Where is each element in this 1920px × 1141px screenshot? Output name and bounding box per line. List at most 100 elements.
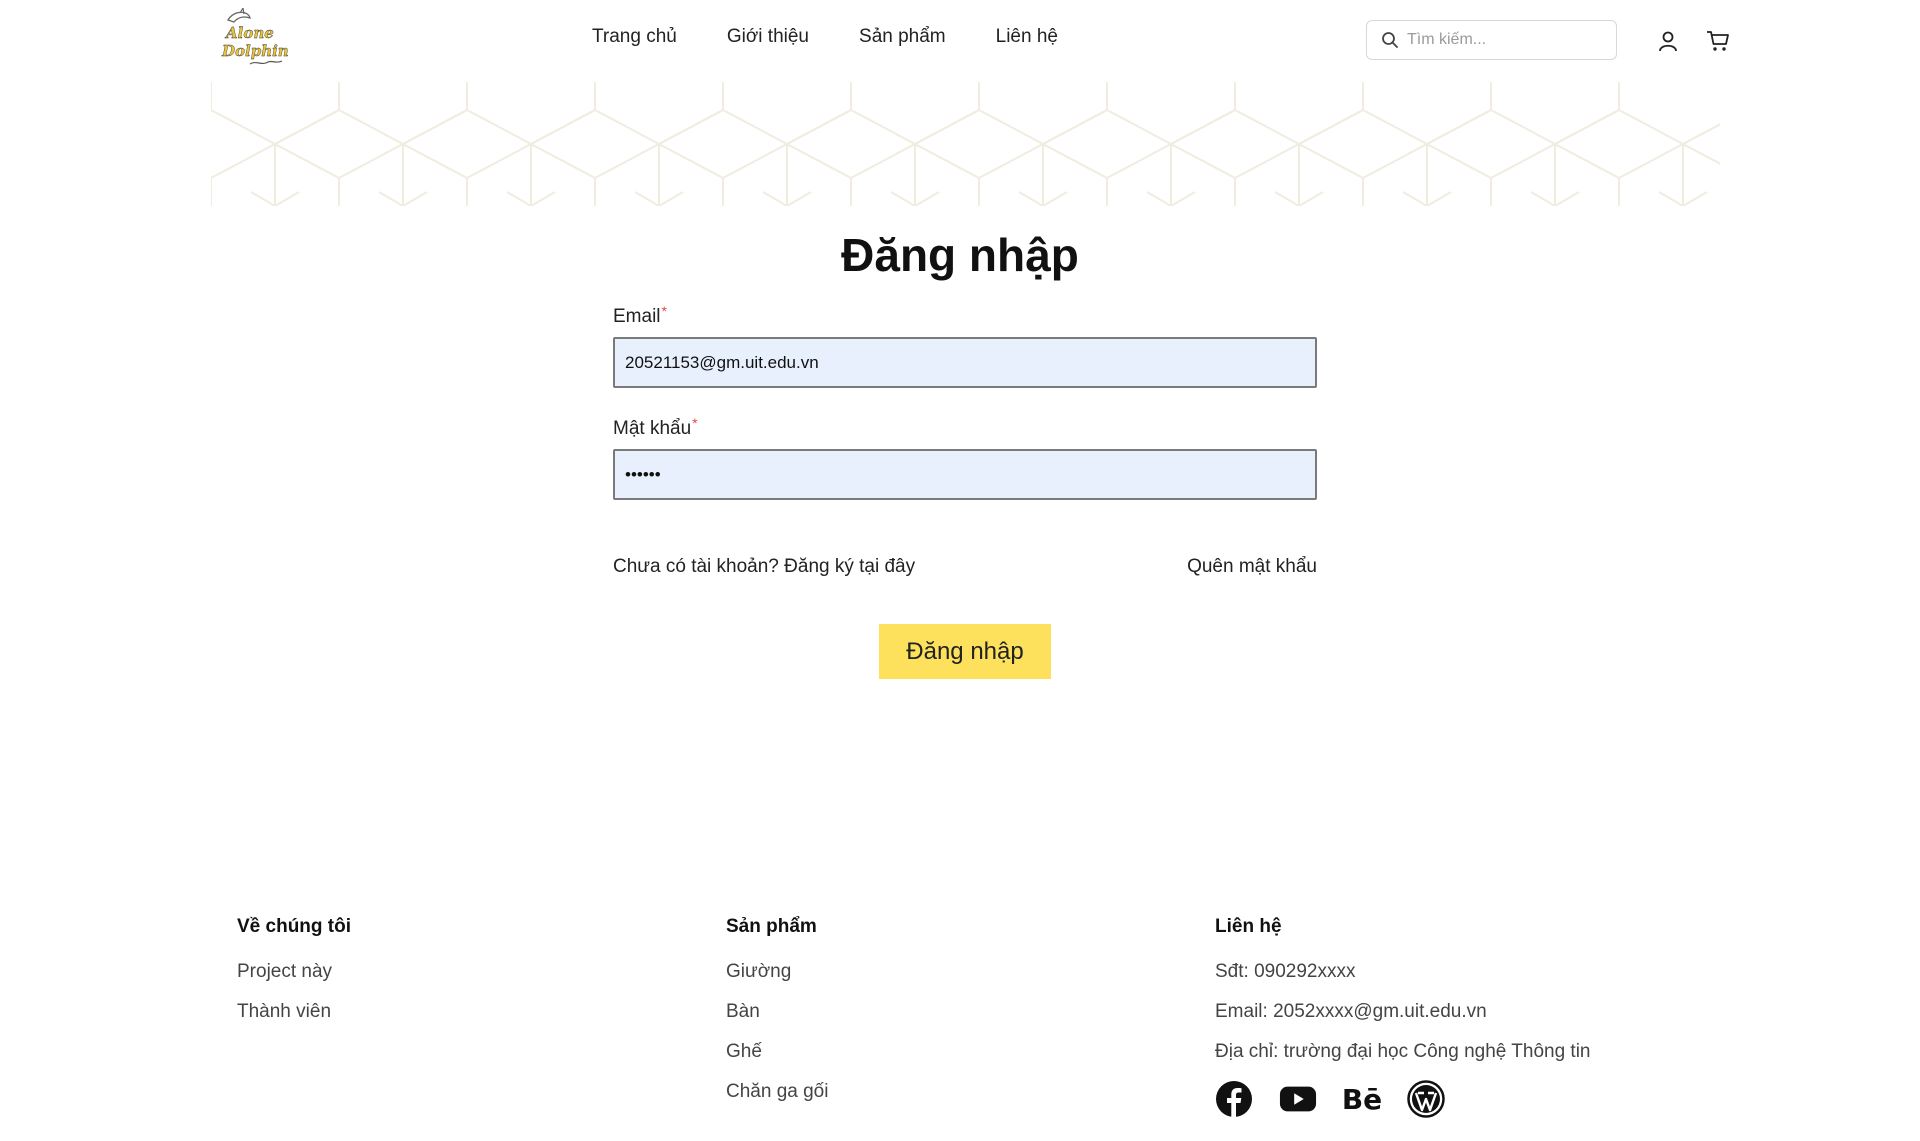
pattern-line bbox=[1426, 109, 1492, 145]
site-header: Alone Dolphin Trang chủ Giới thiệu Sản p… bbox=[0, 0, 1920, 82]
dolphin-logo-icon: Alone Dolphin bbox=[221, 6, 289, 65]
facebook-icon[interactable] bbox=[1215, 1080, 1253, 1118]
pattern-line bbox=[914, 143, 980, 179]
pattern-line bbox=[1234, 143, 1300, 179]
nav-item-products[interactable]: Sản phẩm bbox=[859, 26, 946, 48]
pattern-line bbox=[1170, 143, 1236, 179]
main-nav: Trang chủ Giới thiệu Sản phẩm Liên hệ bbox=[592, 26, 1108, 48]
pattern-line bbox=[1274, 191, 1300, 206]
login-submit-button[interactable]: Đăng nhập bbox=[879, 624, 1051, 679]
pattern-line bbox=[250, 191, 276, 206]
pattern-line bbox=[1618, 109, 1684, 145]
footer-email: Email: 2052xxxx@gm.uit.edu.vn bbox=[1215, 1001, 1487, 1022]
pattern-line bbox=[914, 191, 940, 206]
pattern-line bbox=[1106, 143, 1172, 179]
pattern-line bbox=[1490, 109, 1556, 145]
pattern-line bbox=[978, 109, 1044, 145]
pattern-line bbox=[506, 191, 532, 206]
decorative-pattern bbox=[211, 82, 1720, 206]
pattern-line bbox=[1554, 191, 1580, 206]
pattern-line bbox=[530, 191, 556, 206]
password-field[interactable] bbox=[625, 464, 1315, 485]
pattern-line bbox=[722, 109, 788, 145]
pattern-line bbox=[786, 191, 812, 206]
pattern-line bbox=[658, 109, 724, 145]
forgot-password-link[interactable]: Quên mật khẩu bbox=[1187, 556, 1317, 578]
pattern-line bbox=[1530, 191, 1556, 206]
pattern-line bbox=[1018, 191, 1044, 206]
pattern-line bbox=[274, 191, 300, 206]
password-label: Mật khẩu bbox=[613, 418, 692, 439]
cart-button[interactable] bbox=[1703, 26, 1733, 56]
pattern-line bbox=[978, 143, 1044, 179]
pattern-line bbox=[211, 143, 276, 179]
pattern-line bbox=[634, 191, 660, 206]
pattern-line bbox=[466, 109, 532, 145]
user-icon bbox=[1659, 31, 1677, 52]
pattern-line bbox=[402, 191, 428, 206]
footer-link-bedding[interactable]: Chăn ga gối bbox=[726, 1080, 828, 1103]
pattern-line bbox=[402, 143, 468, 179]
pattern-line bbox=[786, 143, 852, 179]
footer-link-members[interactable]: Thành viên bbox=[237, 1000, 351, 1023]
footer-address: Địa chỉ: trường đại học Công nghệ Thông … bbox=[1215, 1041, 1591, 1062]
cart-icon bbox=[1707, 31, 1729, 51]
footer-products-heading: Sản phẩm bbox=[726, 916, 817, 937]
footer-link-tables[interactable]: Bàn bbox=[726, 1000, 828, 1023]
pattern-line bbox=[1402, 191, 1428, 206]
youtube-icon[interactable] bbox=[1279, 1080, 1317, 1118]
pattern-line bbox=[378, 191, 404, 206]
pattern-line bbox=[274, 143, 340, 179]
pattern-line bbox=[402, 109, 468, 145]
password-group: Mật khẩu* bbox=[613, 415, 1317, 500]
pattern-line bbox=[1362, 143, 1428, 179]
nav-item-contact[interactable]: Liên hệ bbox=[996, 26, 1058, 48]
required-marker: * bbox=[661, 303, 667, 319]
pattern-line bbox=[1146, 191, 1172, 206]
pattern-line bbox=[1554, 109, 1620, 145]
pattern-line bbox=[1298, 143, 1364, 179]
pattern-line bbox=[1426, 143, 1492, 179]
footer-link-chairs[interactable]: Ghế bbox=[726, 1040, 828, 1063]
footer-contact-heading: Liên hệ bbox=[1215, 916, 1282, 937]
pattern-line bbox=[1490, 143, 1556, 179]
pattern-line bbox=[1106, 109, 1172, 145]
pattern-line bbox=[658, 191, 684, 206]
footer-link-beds[interactable]: Giường bbox=[726, 960, 828, 983]
pattern-line bbox=[1658, 191, 1684, 206]
pattern-line bbox=[338, 109, 404, 145]
nav-item-home[interactable]: Trang chủ bbox=[592, 26, 677, 48]
pattern-line bbox=[1170, 109, 1236, 145]
nav-item-about[interactable]: Giới thiệu bbox=[727, 26, 809, 48]
register-link[interactable]: Chưa có tài khoản? Đăng ký tại đây bbox=[613, 556, 915, 578]
footer-about: Về chúng tôi Project này Thành viên bbox=[237, 916, 351, 1040]
footer-link-project[interactable]: Project này bbox=[237, 960, 351, 983]
pattern-line bbox=[530, 143, 596, 179]
pattern-line bbox=[1362, 109, 1428, 145]
required-marker: * bbox=[692, 415, 698, 431]
account-button[interactable] bbox=[1653, 26, 1683, 56]
pattern-line bbox=[466, 143, 532, 179]
email-field-wrapper bbox=[613, 337, 1317, 388]
search-input[interactable] bbox=[1407, 31, 1607, 49]
password-field-wrapper bbox=[613, 449, 1317, 500]
pattern-line bbox=[1682, 143, 1720, 165]
pattern-line bbox=[1298, 191, 1324, 206]
pattern-line bbox=[338, 143, 404, 179]
pattern-line bbox=[274, 109, 340, 145]
pattern-line bbox=[1042, 191, 1068, 206]
pattern-line bbox=[1618, 143, 1684, 179]
footer-phone: Sđt: 090292xxxx bbox=[1215, 961, 1356, 982]
pattern-line bbox=[658, 143, 724, 179]
pattern-line bbox=[1234, 109, 1300, 145]
pattern-line bbox=[850, 109, 916, 145]
search-box[interactable] bbox=[1366, 20, 1617, 60]
wordpress-icon[interactable] bbox=[1407, 1080, 1445, 1118]
behance-icon[interactable]: Bē bbox=[1342, 1080, 1382, 1118]
logo-text-line1: Alone bbox=[224, 24, 274, 42]
email-label: Email bbox=[613, 306, 661, 327]
pattern-line bbox=[786, 109, 852, 145]
email-field[interactable] bbox=[625, 352, 1315, 373]
logo[interactable]: Alone Dolphin bbox=[220, 6, 289, 70]
pattern-line bbox=[594, 143, 660, 179]
